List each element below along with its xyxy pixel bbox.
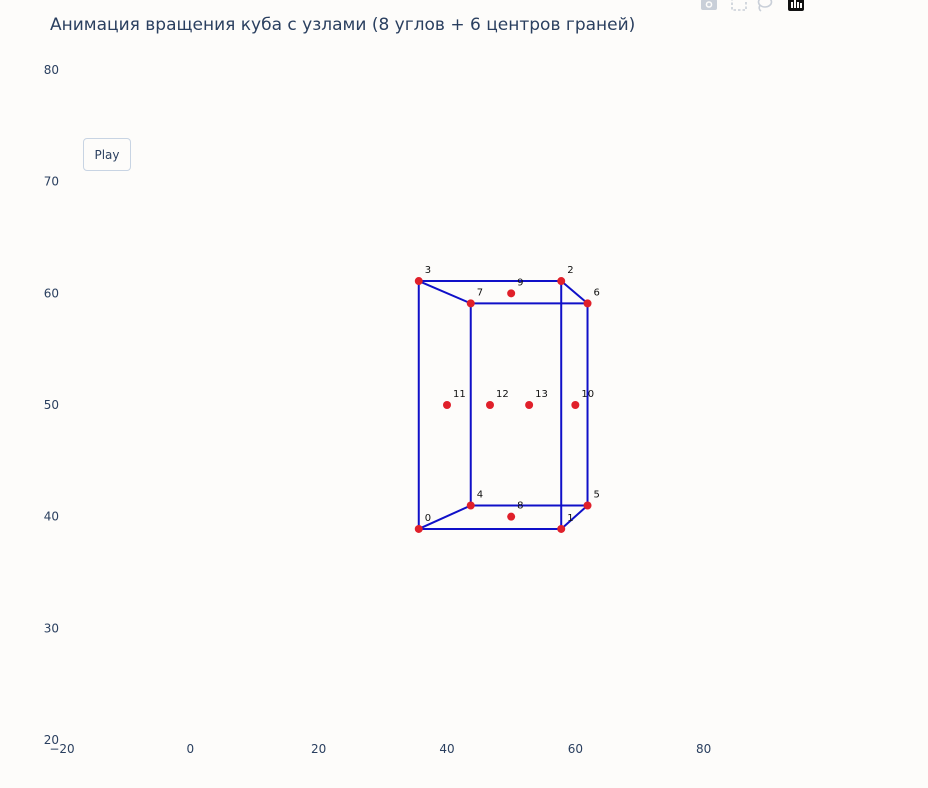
x-tick-label: 60 — [568, 742, 583, 756]
node-point[interactable] — [414, 524, 423, 533]
camera-icon[interactable] — [700, 0, 718, 12]
node-point[interactable] — [507, 512, 516, 521]
y-axis: 20 30 40 50 60 70 80 — [44, 63, 59, 747]
y-tick-label: 30 — [44, 621, 59, 635]
node-label: 11 — [453, 389, 466, 400]
y-tick-label: 40 — [44, 510, 59, 524]
node-label: 8 — [517, 501, 523, 512]
x-tick-label: 20 — [311, 742, 326, 756]
play-button[interactable]: Play — [83, 138, 131, 171]
node-point[interactable] — [557, 277, 566, 286]
node-label: 12 — [496, 389, 509, 400]
cube-nodes — [414, 277, 592, 533]
cube-edge — [418, 280, 472, 305]
node-label: 2 — [567, 265, 573, 276]
node-point[interactable] — [557, 524, 566, 533]
y-tick-label: 80 — [44, 63, 59, 77]
cube-edge — [560, 280, 589, 305]
chart: Анимация вращения куба с узлами (8 углов… — [44, 15, 712, 756]
y-tick-label: 70 — [44, 175, 59, 189]
y-tick-label: 60 — [44, 286, 59, 300]
node-point[interactable] — [466, 501, 475, 510]
node-label: 9 — [517, 277, 523, 288]
y-tick-label: 20 — [44, 733, 59, 747]
x-tick-label: 0 — [187, 742, 195, 756]
chart-title: Анимация вращения куба с узлами (8 углов… — [50, 15, 635, 35]
node-point[interactable] — [507, 289, 516, 298]
x-tick-label: 80 — [696, 742, 711, 756]
node-point[interactable] — [583, 501, 592, 510]
box-select-icon[interactable] — [730, 0, 748, 12]
x-tick-label: 40 — [439, 742, 454, 756]
node-point[interactable] — [443, 401, 451, 409]
node-label: 3 — [425, 265, 431, 276]
node-label: 0 — [425, 513, 431, 524]
cube-edge — [560, 504, 589, 530]
node-label: 13 — [535, 389, 548, 400]
node-point[interactable] — [485, 401, 494, 409]
node-point[interactable] — [525, 401, 534, 409]
node-point[interactable] — [466, 299, 475, 308]
node-point[interactable] — [571, 401, 580, 409]
node-label: 5 — [594, 490, 600, 501]
node-label: 7 — [477, 287, 483, 298]
node-label: 10 — [581, 389, 594, 400]
node-point[interactable] — [583, 299, 592, 308]
x-axis: −20 0 20 40 60 80 — [49, 742, 711, 756]
node-label: 6 — [594, 287, 600, 298]
plotly-logo-icon[interactable] — [788, 0, 804, 12]
node-label: 4 — [477, 490, 483, 501]
node-point[interactable] — [414, 277, 423, 286]
lasso-select-icon[interactable] — [755, 0, 773, 12]
node-label: 1 — [567, 513, 573, 524]
y-tick-label: 50 — [44, 398, 59, 412]
